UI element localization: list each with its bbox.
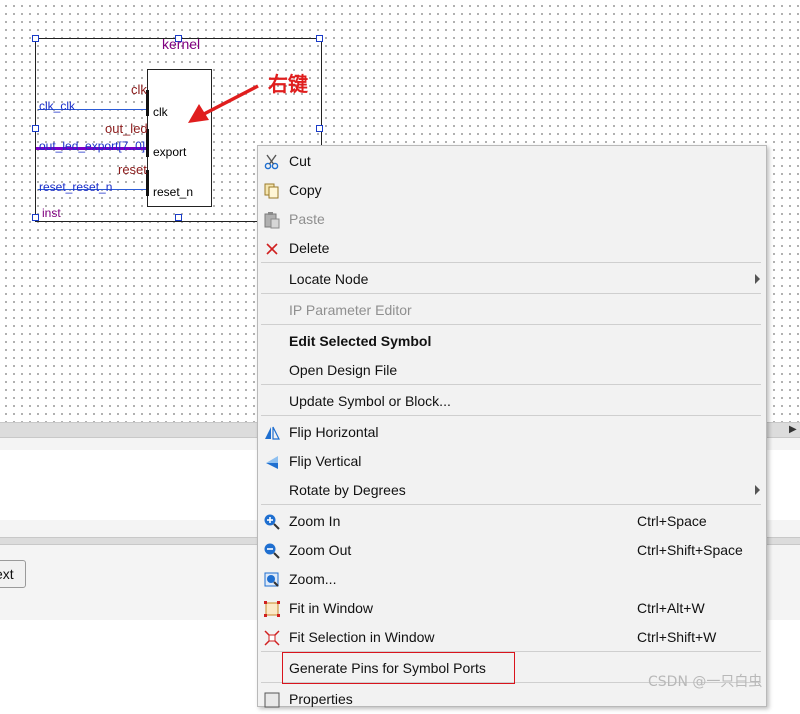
menu-item-label: Zoom...	[289, 571, 337, 587]
menu-item-label: Copy	[289, 182, 322, 198]
highlight-box	[282, 652, 515, 684]
menu-item-label: Zoom In	[289, 513, 341, 529]
menu-item-flip-horizontal[interactable]: Flip Horizontal	[258, 418, 766, 447]
flip-vertical-icon	[266, 456, 278, 469]
menu-item-shortcut: Ctrl+Shift+Space	[637, 542, 743, 558]
menu-item-label: Locate Node	[289, 271, 369, 287]
zoom-icon	[264, 572, 279, 587]
menu-item-shortcut: Ctrl+Space	[637, 513, 707, 529]
zoom-in-icon	[264, 514, 280, 530]
menu-item-label: Properties	[289, 691, 353, 707]
menu-item-zoom-out[interactable]: Zoom Out Ctrl+Shift+Space	[258, 536, 766, 565]
menu-item-update-symbol[interactable]: Update Symbol or Block...	[258, 387, 766, 416]
menu-separator	[261, 504, 761, 505]
menu-separator	[261, 324, 761, 325]
menu-item-zoom-in[interactable]: Zoom In Ctrl+Space	[258, 507, 766, 536]
context-menu: Cut Copy Paste Delete Locate Node IP Par…	[257, 145, 767, 708]
menu-item-zoom[interactable]: Zoom...	[258, 565, 766, 594]
menu-item-label: Open Design File	[289, 362, 398, 378]
menu-item-label: Flip Horizontal	[289, 424, 379, 440]
menu-item-label: Delete	[289, 240, 330, 256]
menu-item-label: Update Symbol or Block...	[289, 393, 451, 409]
watermark: CSDN @一只白虫	[648, 674, 763, 690]
menu-item-paste[interactable]: Paste	[258, 205, 766, 234]
paste-icon	[264, 212, 280, 229]
menu-item-rotate-by-degrees[interactable]: Rotate by Degrees	[258, 476, 766, 505]
menu-item-label: Rotate by Degrees	[289, 482, 406, 498]
flip-horizontal-icon	[265, 426, 280, 440]
menu-item-open-design-file[interactable]: Open Design File	[258, 356, 766, 385]
submenu-arrow-icon	[755, 274, 760, 284]
menu-item-copy[interactable]: Copy	[258, 176, 766, 205]
menu-item-label: Fit Selection in Window	[289, 629, 435, 645]
menu-item-ip-parameter-editor[interactable]: IP Parameter Editor	[258, 296, 766, 325]
menu-item-label: Paste	[289, 211, 325, 227]
fit-selection-icon	[264, 630, 280, 646]
menu-item-fit-in-window[interactable]: Fit in Window Ctrl+Alt+W	[258, 594, 766, 623]
menu-separator	[261, 293, 761, 294]
menu-separator	[261, 384, 761, 385]
menu-item-label: Cut	[289, 153, 311, 169]
menu-item-locate-node[interactable]: Locate Node	[258, 265, 766, 294]
fit-window-icon	[264, 601, 280, 617]
menu-item-shortcut: Ctrl+Shift+W	[637, 629, 717, 645]
menu-item-label: Edit Selected Symbol	[289, 333, 432, 349]
menu-item-flip-vertical[interactable]: Flip Vertical	[258, 447, 766, 476]
submenu-arrow-icon	[755, 485, 760, 495]
scissors-icon	[264, 154, 279, 170]
copy-icon	[264, 183, 279, 199]
menu-separator	[261, 415, 761, 416]
menu-item-label: IP Parameter Editor	[289, 302, 412, 318]
menu-separator	[261, 262, 761, 263]
properties-icon	[264, 692, 280, 708]
menu-item-shortcut: Ctrl+Alt+W	[637, 600, 705, 616]
menu-item-fit-selection[interactable]: Fit Selection in Window Ctrl+Shift+W	[258, 623, 766, 652]
menu-item-label: Fit in Window	[289, 600, 374, 616]
menu-item-label: Flip Vertical	[289, 453, 362, 469]
menu-item-delete[interactable]: Delete	[258, 234, 766, 263]
menu-item-label: Zoom Out	[289, 542, 352, 558]
delete-x-icon	[266, 243, 278, 255]
menu-item-cut[interactable]: Cut	[258, 147, 766, 176]
zoom-out-icon	[264, 543, 280, 559]
menu-item-edit-selected-symbol[interactable]: Edit Selected Symbol	[258, 327, 766, 356]
